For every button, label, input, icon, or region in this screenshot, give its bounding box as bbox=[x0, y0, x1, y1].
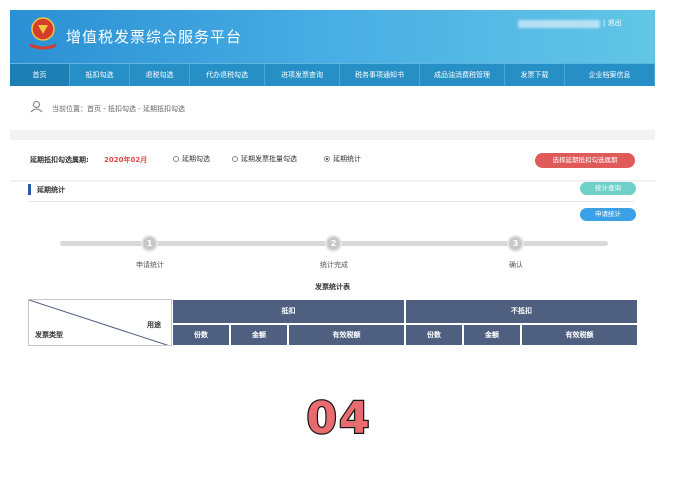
apply-stats-button[interactable]: 申请统计 bbox=[580, 208, 636, 221]
radio-label: 延期勾选 bbox=[182, 155, 210, 163]
radio-label: 延期统计 bbox=[333, 155, 361, 163]
select-period-button[interactable]: 选择延期抵扣勾选属期 bbox=[535, 153, 635, 168]
overlay-step-number: 04 bbox=[305, 392, 372, 446]
group-header-no-deduct: 不抵扣 bbox=[405, 299, 638, 324]
step-3-label: 确认 bbox=[509, 261, 523, 269]
tax-emblem-icon bbox=[29, 17, 57, 50]
section-title: 延期统计 bbox=[37, 186, 65, 194]
step-1-circle: 1 bbox=[141, 235, 158, 252]
step-1-label: 申请统计 bbox=[136, 261, 164, 269]
radio-checked-icon bbox=[324, 156, 330, 162]
radio-label: 延期发票批量勾选 bbox=[241, 155, 297, 163]
step-2-label: 统计完成 bbox=[320, 261, 348, 269]
radio-delayed-select[interactable]: 延期勾选 bbox=[173, 154, 210, 164]
nav-item-input-invoice-query[interactable]: 进项发票查询 bbox=[265, 64, 340, 86]
group-header-deduct: 抵扣 bbox=[172, 299, 405, 324]
col-header-count: 份数 bbox=[172, 324, 230, 346]
nav-item-oil-tax-management[interactable]: 成品油消费税管理 bbox=[420, 64, 505, 86]
nav-item-home[interactable]: 首页 bbox=[10, 64, 70, 86]
logout-link[interactable]: | 退出 bbox=[603, 18, 622, 28]
period-label: 延期抵扣勾选属期: bbox=[30, 156, 89, 164]
divider bbox=[10, 130, 655, 140]
section-divider bbox=[28, 201, 634, 202]
col-header-count: 份数 bbox=[405, 324, 463, 346]
col-header-valid-tax: 有效税额 bbox=[521, 324, 638, 346]
col-header-valid-tax: 有效税额 bbox=[288, 324, 405, 346]
step-3-circle: 3 bbox=[507, 235, 524, 252]
corner-use-label: 用途 bbox=[147, 321, 161, 329]
invoice-stats-table: 用途 发票类型 抵扣 不抵扣 份数 金额 有效税额 份数 金额 有效税额 bbox=[28, 299, 638, 346]
period-value: 2020年02月 bbox=[104, 156, 148, 164]
section-marker bbox=[28, 184, 31, 195]
col-header-amount: 金额 bbox=[230, 324, 288, 346]
main-nav: 首页 抵扣勾选 退税勾选 代办退税勾选 进项发票查询 税务事项通知书 成品油消费… bbox=[10, 63, 655, 86]
header-banner: 增值税发票综合服务平台 | 退出 bbox=[10, 10, 655, 63]
app-screenshot: 增值税发票综合服务平台 | 退出 首页 抵扣勾选 退税勾选 代办退税勾选 进项发… bbox=[10, 10, 655, 346]
table-title: 发票统计表 bbox=[315, 283, 350, 291]
nav-item-company-profile[interactable]: 企业档案信息 bbox=[565, 64, 655, 86]
col-header-amount: 金额 bbox=[463, 324, 521, 346]
step-2-circle: 2 bbox=[325, 235, 342, 252]
radio-delayed-batch-select[interactable]: 延期发票批量勾选 bbox=[232, 154, 297, 164]
nav-item-invoice-download[interactable]: 发票下载 bbox=[505, 64, 565, 86]
user-info-blurred bbox=[518, 20, 600, 28]
breadcrumb: 当前位置：首页 - 抵扣勾选 - 延期抵扣勾选 bbox=[52, 105, 185, 113]
corner-type-label: 发票类型 bbox=[35, 331, 63, 339]
nav-item-tax-notice[interactable]: 税务事项通知书 bbox=[340, 64, 420, 86]
breadcrumb-bar: 当前位置：首页 - 抵扣勾选 - 延期抵扣勾选 bbox=[10, 86, 655, 130]
radio-circle-icon bbox=[173, 156, 179, 162]
site-title: 增值税发票综合服务平台 bbox=[66, 28, 243, 46]
nav-item-refund-select[interactable]: 退税勾选 bbox=[130, 64, 190, 86]
radio-circle-icon bbox=[232, 156, 238, 162]
nav-item-agent-refund-select[interactable]: 代办退税勾选 bbox=[190, 64, 265, 86]
filter-row: 延期抵扣勾选属期: 2020年02月 延期勾选 延期发票批量勾选 延期统计 选择… bbox=[10, 140, 655, 180]
stats-query-button[interactable]: 统计查询 bbox=[580, 182, 636, 195]
user-location-icon bbox=[30, 101, 43, 113]
nav-item-deduction-select[interactable]: 抵扣勾选 bbox=[70, 64, 130, 86]
divider bbox=[10, 180, 655, 182]
table-corner-cell: 用途 发票类型 bbox=[28, 299, 172, 346]
radio-delayed-stats[interactable]: 延期统计 bbox=[324, 154, 361, 164]
